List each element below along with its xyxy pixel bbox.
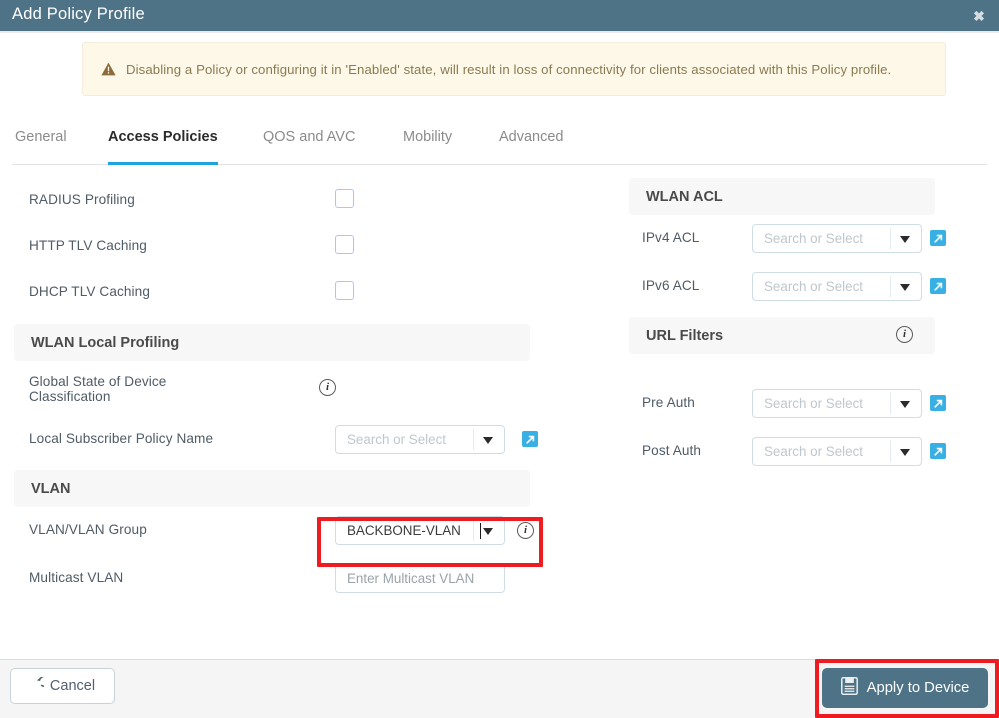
section-url-filters: URL Filters i: [629, 317, 935, 354]
apply-to-device-label: Apply to Device: [866, 680, 970, 696]
row-multicast-vlan: Multicast VLAN Enter Multicast VLAN: [14, 555, 530, 603]
pre-auth-placeholder: Search or Select: [764, 396, 863, 411]
post-auth-external-link-icon[interactable]: [930, 443, 946, 459]
url-filters-info-icon[interactable]: i: [896, 326, 913, 343]
info-icon[interactable]: i: [319, 379, 336, 396]
row-dhcp-tlv-caching: DHCP TLV Caching: [14, 270, 530, 316]
undo-arrow-icon: [30, 675, 51, 695]
apply-to-device-button[interactable]: Apply to Device: [822, 668, 988, 708]
warning-text: Disabling a Policy or configuring it in …: [126, 61, 892, 77]
row-post-auth: Post Auth Search or Select: [629, 428, 946, 476]
tab-bar: General Access Policies QOS and AVC Mobi…: [12, 129, 987, 165]
chevron-down-icon[interactable]: [483, 437, 493, 444]
http-tlv-caching-checkbox[interactable]: [335, 235, 354, 254]
local-subscriber-policy-name-placeholder: Search or Select: [347, 432, 446, 447]
radius-profiling-checkbox[interactable]: [335, 189, 354, 208]
pre-auth-external-link-icon[interactable]: [930, 395, 946, 411]
chevron-down-icon[interactable]: [900, 401, 910, 408]
vlan-group-value: BACKBONE-VLAN: [347, 523, 461, 538]
warning-banner: Disabling a Policy or configuring it in …: [82, 42, 946, 96]
field-divider: [473, 429, 474, 450]
row-ipv6-acl: IPv6 ACL Search or Select: [629, 263, 946, 311]
section-title-wlan-acl: WLAN ACL: [646, 188, 723, 205]
tab-qos-and-avc[interactable]: QOS and AVC: [263, 129, 355, 165]
left-column: RADIUS Profiling HTTP TLV Caching DHCP T…: [14, 178, 538, 603]
multicast-vlan-placeholder: Enter Multicast VLAN: [347, 571, 475, 586]
ipv6-acl-label: IPv6 ACL: [642, 278, 700, 293]
chevron-down-icon[interactable]: [483, 528, 493, 535]
global-state-device-classification-label: Global State of Device Classification: [29, 374, 167, 404]
text-cursor: [480, 523, 481, 539]
field-divider: [890, 276, 891, 297]
dialog-footer: Cancel Apply to Device: [0, 659, 999, 718]
field-divider: [473, 520, 474, 541]
row-local-subscriber-policy-name: Local Subscriber Policy Name Search or S…: [14, 416, 538, 464]
row-radius-profiling: RADIUS Profiling: [14, 178, 530, 224]
local-subscriber-policy-name-label: Local Subscriber Policy Name: [29, 431, 214, 446]
warning-triangle-icon: [101, 62, 116, 76]
vlan-group-label: VLAN/VLAN Group: [29, 522, 147, 537]
ipv4-acl-placeholder: Search or Select: [764, 231, 863, 246]
close-icon[interactable]: ✖: [971, 8, 987, 24]
ipv6-acl-external-link-icon[interactable]: [930, 278, 946, 294]
dhcp-tlv-caching-label: DHCP TLV Caching: [29, 284, 150, 299]
field-divider: [890, 393, 891, 414]
chevron-down-icon[interactable]: [900, 449, 910, 456]
section-title-url-filters: URL Filters: [646, 327, 724, 344]
section-wlan-local-profiling: WLAN Local Profiling: [14, 324, 530, 361]
section-vlan: VLAN: [14, 470, 530, 507]
field-divider: [890, 228, 891, 249]
section-title-wlan-local-profiling: WLAN Local Profiling: [31, 334, 180, 351]
row-vlan-group: VLAN/VLAN Group BACKBONE-VLAN i: [14, 507, 534, 555]
page-title: Add Policy Profile: [12, 5, 145, 23]
ipv6-acl-select[interactable]: Search or Select: [752, 272, 922, 301]
save-floppy-icon: [840, 677, 858, 699]
tab-general[interactable]: General: [15, 129, 67, 165]
dhcp-tlv-caching-checkbox[interactable]: [335, 281, 354, 300]
multicast-vlan-label: Multicast VLAN: [29, 570, 124, 585]
vlan-group-info-icon[interactable]: i: [517, 522, 534, 539]
field-divider: [890, 441, 891, 462]
add-policy-profile-dialog: Add Policy Profile ✖ Disabling a Policy …: [0, 0, 999, 718]
chevron-down-icon[interactable]: [900, 284, 910, 291]
post-auth-placeholder: Search or Select: [764, 444, 863, 459]
row-pre-auth: Pre Auth Search or Select: [629, 380, 946, 428]
ipv4-acl-external-link-icon[interactable]: [930, 230, 946, 246]
right-column: WLAN ACL IPv4 ACL Search or Select IPv6 …: [629, 178, 946, 476]
ipv6-acl-placeholder: Search or Select: [764, 279, 863, 294]
section-title-vlan: VLAN: [31, 480, 71, 497]
post-auth-select[interactable]: Search or Select: [752, 437, 922, 466]
http-tlv-caching-label: HTTP TLV Caching: [29, 238, 147, 253]
radius-profiling-label: RADIUS Profiling: [29, 192, 135, 207]
ipv4-acl-label: IPv4 ACL: [642, 230, 700, 245]
dialog-titlebar: Add Policy Profile ✖: [0, 0, 999, 33]
post-auth-label: Post Auth: [642, 443, 702, 458]
vlan-group-select[interactable]: BACKBONE-VLAN: [335, 516, 505, 545]
pre-auth-label: Pre Auth: [642, 395, 695, 410]
tab-access-policies[interactable]: Access Policies: [108, 129, 218, 165]
cancel-button-label: Cancel: [49, 678, 96, 694]
local-subscriber-policy-name-select[interactable]: Search or Select: [335, 425, 505, 454]
tab-advanced[interactable]: Advanced: [499, 129, 564, 165]
multicast-vlan-input[interactable]: Enter Multicast VLAN: [335, 564, 505, 593]
local-subscriber-policy-external-link-icon[interactable]: [522, 431, 538, 447]
row-global-state-device-classification: Global State of Device Classification i: [14, 361, 530, 416]
cancel-button[interactable]: Cancel: [10, 668, 115, 704]
pre-auth-select[interactable]: Search or Select: [752, 389, 922, 418]
row-http-tlv-caching: HTTP TLV Caching: [14, 224, 530, 270]
row-ipv4-acl: IPv4 ACL Search or Select: [629, 215, 946, 263]
tab-mobility[interactable]: Mobility: [403, 129, 452, 165]
chevron-down-icon[interactable]: [900, 236, 910, 243]
ipv4-acl-select[interactable]: Search or Select: [752, 224, 922, 253]
section-wlan-acl: WLAN ACL: [629, 178, 935, 215]
